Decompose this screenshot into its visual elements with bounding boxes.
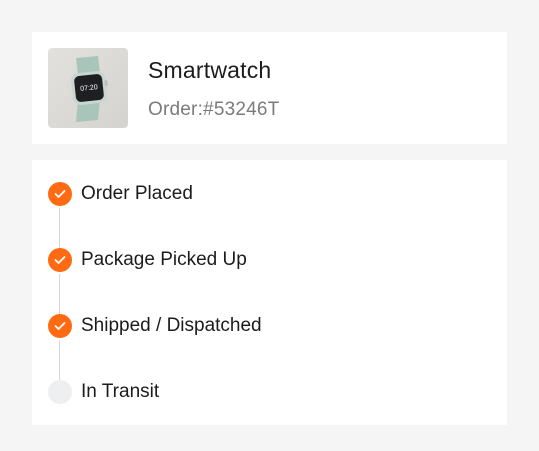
product-image: 07:20	[48, 48, 128, 128]
timeline-connector	[59, 208, 60, 250]
product-name: Smartwatch	[148, 57, 272, 83]
timeline-step-package-picked-up: Package Picked Up	[48, 248, 247, 272]
timeline-connector	[59, 274, 60, 316]
step-label: Order Placed	[81, 183, 193, 204]
check-icon	[48, 182, 72, 206]
smartwatch-icon: 07:20	[71, 56, 108, 122]
timeline-connector	[59, 340, 60, 382]
step-label: In Transit	[81, 381, 160, 402]
check-icon	[48, 248, 72, 272]
check-icon	[48, 314, 72, 338]
timeline-step-in-transit: In Transit	[48, 380, 159, 404]
order-id: Order:#53246T	[148, 99, 280, 120]
timeline-step-order-placed: Order Placed	[48, 182, 193, 206]
timeline-step-shipped-dispatched: Shipped / Dispatched	[48, 314, 262, 338]
tracking-timeline: Order Placed Package Picked Up Shipped /…	[32, 160, 507, 425]
step-label: Package Picked Up	[81, 249, 247, 270]
step-label: Shipped / Dispatched	[81, 315, 262, 336]
empty-circle-icon	[48, 380, 72, 404]
product-card: 07:20 Smartwatch Order:#53246T	[32, 32, 507, 144]
